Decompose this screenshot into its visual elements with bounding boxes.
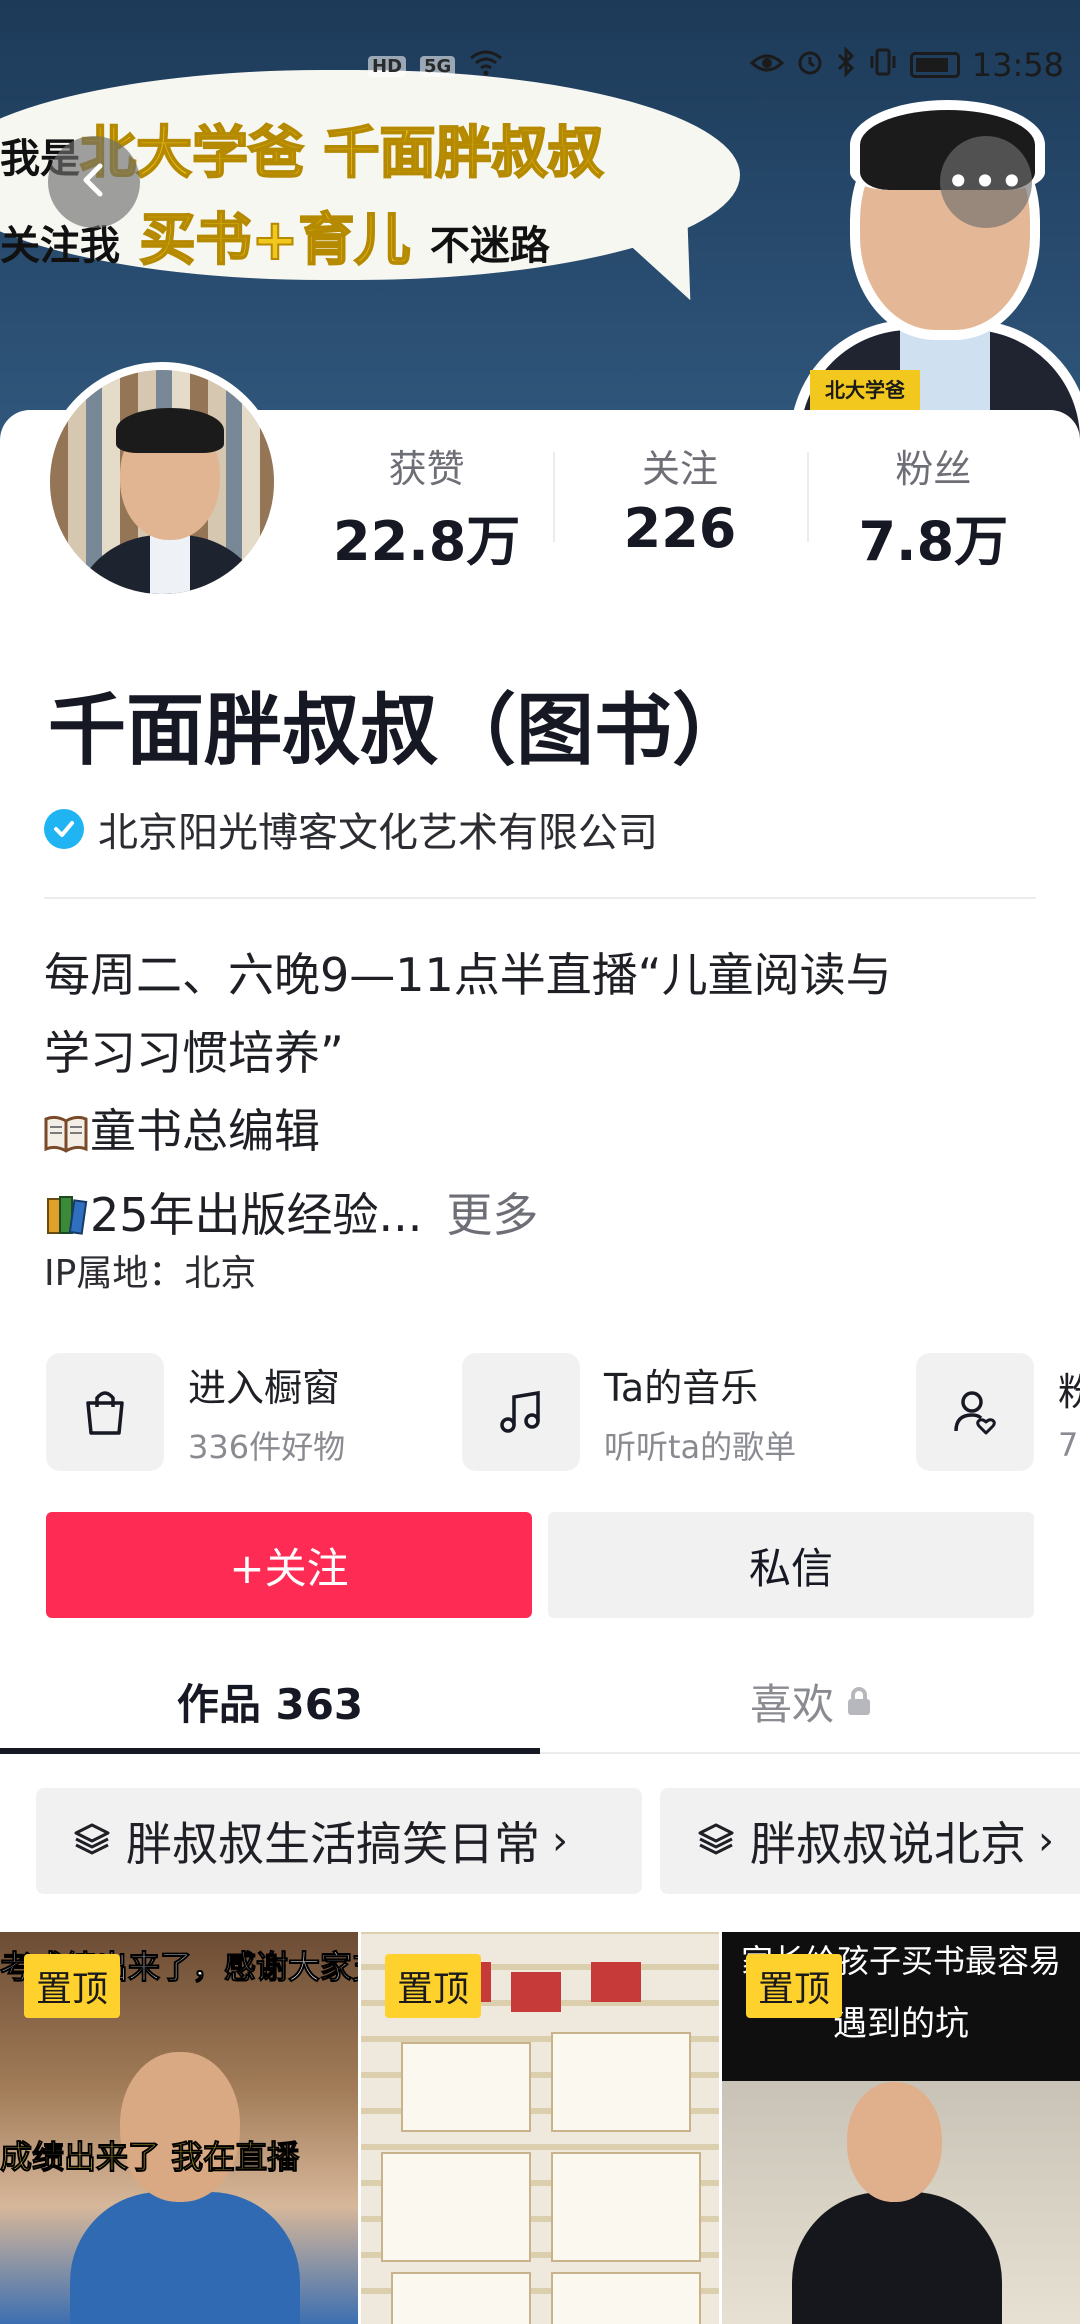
vibrate-icon: [868, 48, 898, 83]
fan-group-icon: [916, 1353, 1034, 1471]
back-button[interactable]: [48, 136, 140, 228]
shortcut-title: 进入橱窗: [188, 1365, 341, 1410]
message-button[interactable]: 私信: [548, 1512, 1034, 1618]
pinned-badge: 置顶: [385, 1954, 482, 2018]
chevron-left-icon: [74, 160, 114, 204]
hd-indicator: HD: [368, 56, 407, 77]
chevron-right-icon: ›: [1038, 1818, 1054, 1864]
tab-label: 作品 363: [176, 1679, 364, 1729]
bio-text: 25年出版经验...: [90, 1188, 423, 1242]
alarm-icon: [796, 48, 824, 83]
more-dots-icon: •••: [945, 157, 1027, 206]
status-time: 13:58: [971, 46, 1064, 84]
pinned-badge: 置顶: [746, 1954, 843, 2018]
video-grid: 考成绩出来了，感谢大家支 成绩出来了 我在直播 置顶 置顶 家长给孩子买书最容易…: [0, 1932, 1080, 2324]
shortcuts-row: 进入橱窗 336件好物 Ta的音乐 听听ta的歌单 粉 7·: [0, 1353, 1080, 1473]
follow-button[interactable]: +关注: [46, 1512, 532, 1618]
avatar[interactable]: [42, 362, 282, 602]
bio-line: 每周二、六晚9—11点半直播“儿童阅读与: [44, 948, 892, 1002]
tab-works[interactable]: 作品 363: [0, 1650, 540, 1754]
eye-comfort-icon: [749, 49, 784, 82]
video-caption: 成绩出来了 我在直播: [0, 2138, 300, 2177]
video-thumbnail[interactable]: 家长给孩子买书最容易 遇到的坑 置顶: [722, 1932, 1080, 2324]
status-bar: HD 5G 13:58: [0, 44, 1080, 84]
verified-org-row[interactable]: 北京阳光博客文化艺术有限公司: [44, 800, 658, 858]
stat-label: 关注: [641, 447, 718, 491]
verified-check-icon: [44, 809, 84, 849]
shopping-bag-icon: [46, 1353, 164, 1471]
music-note-icon: [462, 1353, 580, 1471]
shortcut-subtitle: 听听ta的歌单: [604, 1427, 797, 1466]
bio-text: 童书总编辑: [90, 1104, 320, 1158]
stat-value: 226: [623, 497, 737, 560]
bio-line: 童书总编辑: [44, 1092, 1044, 1176]
collection-chip[interactable]: 胖叔叔说北京 ›: [660, 1788, 1080, 1894]
stat-followers[interactable]: 粉丝 7.8万: [806, 430, 1060, 573]
stat-label: 粉丝: [895, 447, 972, 491]
shortcut-title: 粉: [1058, 1369, 1080, 1414]
bluetooth-icon: [836, 45, 856, 84]
lock-icon: [848, 1687, 870, 1715]
banner-person-photo: 北大学爸: [790, 70, 1080, 440]
tab-likes[interactable]: 喜欢: [540, 1650, 1080, 1752]
wifi-icon: [469, 50, 503, 83]
network-5g-indicator: 5G: [420, 56, 456, 77]
shortcut-subtitle: 336件好物: [188, 1427, 346, 1466]
profile-bio[interactable]: 每周二、六晚9—11点半直播“儿童阅读与 学习习惯培养” 童书总编辑 25年出版…: [44, 936, 1044, 1260]
video-thumbnail[interactable]: 考成绩出来了，感谢大家支 成绩出来了 我在直播 置顶: [0, 1932, 358, 2324]
video-thumbnail[interactable]: 置顶: [361, 1932, 719, 2324]
pinned-badge: 置顶: [24, 1954, 121, 2018]
collections-row: 胖叔叔生活搞笑日常 › 胖叔叔说北京 ›: [0, 1788, 1080, 1894]
shortcut-subtitle: 7·: [1058, 1425, 1080, 1464]
ip-location: IP属地：北京: [44, 1253, 257, 1294]
divider: [44, 897, 1036, 899]
collection-label: 胖叔叔生活搞笑日常: [126, 1817, 540, 1871]
verified-org-name: 北京阳光博客文化艺术有限公司: [98, 810, 658, 856]
collection-chip[interactable]: 胖叔叔生活搞笑日常 ›: [36, 1788, 642, 1894]
shortcut-music[interactable]: Ta的音乐 听听ta的歌单: [462, 1353, 796, 1471]
stat-value: 22.8万: [333, 510, 521, 573]
layers-icon: [72, 1819, 112, 1863]
stat-following[interactable]: 关注 226: [553, 430, 806, 560]
shortcut-title: Ta的音乐: [604, 1365, 759, 1410]
shortcut-shop-window[interactable]: 进入橱窗 336件好物: [46, 1353, 345, 1471]
chevron-right-icon: ›: [552, 1818, 568, 1864]
banner-person-tag: 北大学爸: [810, 370, 920, 410]
tab-label: 喜欢: [749, 1679, 834, 1729]
layers-icon: [696, 1819, 736, 1863]
bio-more-link[interactable]: 更多: [446, 1188, 538, 1242]
stat-label: 获赞: [388, 447, 465, 491]
stat-likes[interactable]: 获赞 22.8万: [300, 430, 553, 573]
collection-label: 胖叔叔说北京: [750, 1817, 1026, 1871]
content-tabs: 作品 363 喜欢: [0, 1650, 1080, 1754]
stats-row: 获赞 22.8万 关注 226 粉丝 7.8万: [300, 430, 1060, 573]
profile-name: 千面胖叔叔（图书）: [48, 686, 751, 776]
battery-icon: [909, 52, 960, 78]
more-options-button[interactable]: •••: [940, 136, 1032, 228]
open-book-icon: [44, 1098, 88, 1176]
bio-line: 学习习惯培养”: [44, 1026, 344, 1080]
shortcut-fan-group[interactable]: 粉 7·: [916, 1353, 1080, 1471]
stat-value: 7.8万: [858, 510, 1009, 573]
